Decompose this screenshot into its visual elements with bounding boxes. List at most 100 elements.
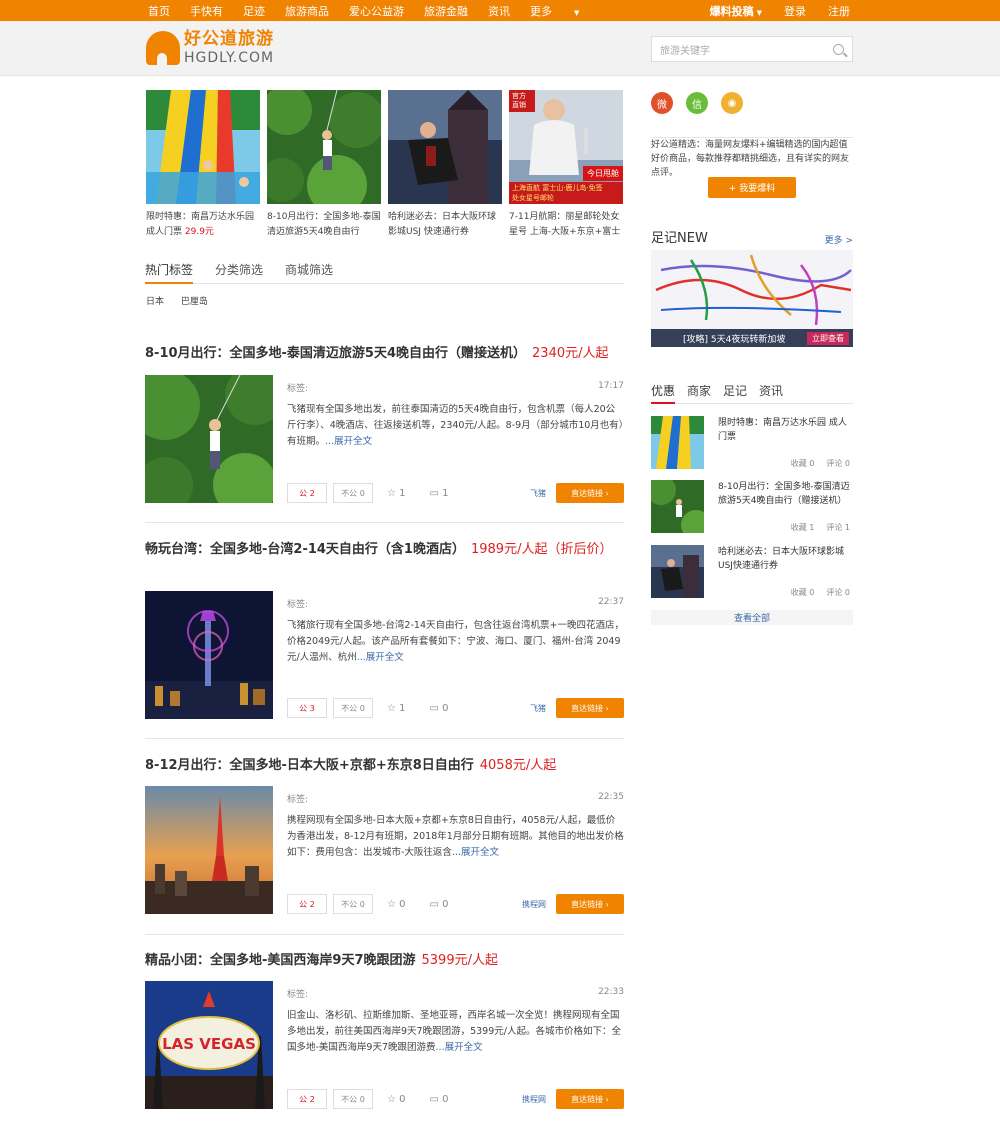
tab-news[interactable]: 资讯: [759, 382, 783, 404]
deal-thumbnail[interactable]: LAS VEGAS: [145, 981, 273, 1109]
featured-card-usj[interactable]: 哈利迷必去：日本大阪环球影城USJ 快速通行券: [388, 90, 502, 240]
sidebar-tabs: 优惠 商家 足记 资讯: [651, 382, 853, 404]
vote-bad-button[interactable]: 不公 0: [333, 1089, 373, 1109]
vote-good-button[interactable]: 公 3: [287, 698, 327, 718]
zuji-view-button[interactable]: 立即查看: [807, 331, 849, 345]
sidebar-list-item[interactable]: 8-10月出行：全国多地-泰国清迈旅游5天4晚自由行（赠接送机） 收藏 1 评论 …: [651, 480, 853, 533]
site-logo[interactable]: 好公道旅游 HGDLY.COM: [146, 31, 274, 65]
nav-news[interactable]: 资讯: [488, 3, 510, 19]
direct-link-button[interactable]: 直达链接 ›: [556, 698, 624, 718]
featured-card-zipline[interactable]: 8-10月出行：全国多地-泰国清迈旅游5天4晚自由行: [267, 90, 381, 240]
login-link[interactable]: 登录: [784, 3, 806, 19]
featured-image-usj[interactable]: [388, 90, 502, 204]
comment-button[interactable]: ▭ 1: [430, 488, 449, 499]
sidebar-thumb[interactable]: [651, 416, 704, 469]
rss-icon[interactable]: ◉: [721, 92, 743, 114]
featured-caption[interactable]: 7-11月航期：丽星邮轮处女星号 上海-大阪+东京+富士: [509, 210, 623, 240]
elephant-logo-icon: [146, 31, 180, 65]
search-icon[interactable]: [833, 43, 844, 55]
nav-zuji[interactable]: 足迹: [243, 3, 265, 19]
deal-thumbnail[interactable]: [145, 786, 273, 914]
deal-source[interactable]: 飞猪: [530, 488, 546, 499]
vote-bad-button[interactable]: 不公 0: [333, 894, 373, 914]
deal-thumbnail[interactable]: [145, 375, 273, 503]
featured-caption[interactable]: 限时特惠：南昌万达水乐园成人门票 29.9元: [146, 210, 260, 240]
deal-source[interactable]: 携程网: [522, 1094, 546, 1105]
tag-japan[interactable]: 日本: [146, 297, 164, 307]
deal-title[interactable]: 8-12月出行：全国多地-日本大阪+京都+东京8日自由行 4058元/人起: [145, 756, 624, 776]
deal-title[interactable]: 精品小团：全国多地-美国西海岸9天7晚跟团游 5399元/人起: [145, 951, 624, 971]
deal-thumbnail[interactable]: [145, 591, 273, 719]
weibo-icon[interactable]: 微: [651, 92, 673, 114]
view-all-link[interactable]: 查看全部: [651, 610, 853, 625]
nav-travel-goods[interactable]: 旅游商品: [285, 3, 329, 19]
featured-image-waterpark[interactable]: [146, 90, 260, 204]
star-icon: ☆: [387, 487, 396, 499]
search-input[interactable]: 旅游关键字: [651, 36, 853, 62]
deal-title[interactable]: 畅玩台湾：全国多地-台湾2-14天自由行（含1晚酒店） 1989元/人起（折后价）: [145, 540, 624, 560]
expand-link[interactable]: ...展开全文: [357, 652, 404, 663]
sidebar-list-item[interactable]: 哈利迷必去：日本大阪环球影城USJ快速通行券 收藏 0 评论 0: [651, 545, 853, 598]
wechat-icon[interactable]: 信: [686, 92, 708, 114]
comment-icon: ▭: [429, 1093, 439, 1105]
featured-card-waterpark[interactable]: 限时特惠：南昌万达水乐园成人门票 29.9元: [146, 90, 260, 240]
tab-category-filter[interactable]: 分类筛选: [215, 261, 263, 284]
deal-price: 2340元/人起: [532, 346, 609, 361]
vote-bad-button[interactable]: 不公 0: [333, 483, 373, 503]
sidebar-list-item[interactable]: 限时特惠：南昌万达水乐园 成人门票 收藏 0 评论 0: [651, 416, 853, 469]
deal-title[interactable]: 8-10月出行：全国多地-泰国清迈旅游5天4晚自由行（赠接送机） 2340元/人起: [145, 344, 624, 364]
tab-mall-filter[interactable]: 商城筛选: [285, 261, 333, 284]
deal-actions: 公 2 不公 0 ☆ 0 ▭ 0 携程网 直达链接 ›: [287, 894, 624, 914]
submit-deal-button[interactable]: + 我要爆料: [708, 177, 796, 198]
favorite-button[interactable]: ☆ 0: [387, 899, 406, 910]
baoliao-menu[interactable]: 爆料投稿 ▼: [688, 3, 762, 19]
tag-bali[interactable]: 巴厘岛: [181, 297, 208, 307]
direct-link-button[interactable]: 直达链接 ›: [556, 1089, 624, 1109]
nav-more[interactable]: 更多 ▼: [530, 3, 599, 19]
tab-merchants[interactable]: 商家: [687, 382, 711, 404]
tab-deals[interactable]: 优惠: [651, 382, 676, 404]
nav-travel-finance[interactable]: 旅游金融: [424, 3, 468, 19]
favorite-button[interactable]: ☆ 0: [387, 1094, 406, 1105]
vote-bad-button[interactable]: 不公 0: [333, 698, 373, 718]
zuji-more-link[interactable]: 更多 >: [825, 233, 853, 246]
register-link[interactable]: 注册: [828, 3, 850, 19]
fav-count: 1: [399, 487, 406, 499]
featured-caption[interactable]: 8-10月出行：全国多地-泰国清迈旅游5天4晚自由行: [267, 210, 381, 240]
nav-home[interactable]: 首页: [148, 3, 170, 19]
zuji-header: 足记NEW 更多 >: [651, 227, 853, 246]
vote-good-button[interactable]: 公 2: [287, 483, 327, 503]
star-icon: ☆: [387, 1093, 396, 1105]
deal-source[interactable]: 飞猪: [530, 703, 546, 714]
tab-hot-tags[interactable]: 热门标签: [145, 261, 194, 284]
tab-zuji[interactable]: 足记: [723, 382, 747, 404]
nav-charity-travel[interactable]: 爱心公益游: [349, 3, 404, 19]
favorite-button[interactable]: ☆ 1: [387, 703, 406, 714]
sidebar-thumb[interactable]: [651, 545, 704, 598]
site-header: 好公道旅游 HGDLY.COM 旅游关键字: [0, 21, 1000, 76]
favorite-button[interactable]: ☆ 1: [387, 488, 406, 499]
vote-good-button[interactable]: 公 2: [287, 1089, 327, 1109]
comment-button[interactable]: ▭ 0: [430, 899, 449, 910]
featured-image-cruise[interactable]: 官方直销 今日甩舱 上海直航 富士山·鹿儿岛·免签 处女星号邮轮: [509, 90, 623, 204]
deal-source[interactable]: 携程网: [522, 899, 546, 910]
zuji-banner[interactable]: [攻略] 5天4夜玩转新加坡 立即查看: [651, 250, 853, 347]
caret-down-icon: ▼: [574, 8, 580, 17]
fav-count: 收藏 0: [790, 459, 815, 468]
deal-item: 8-10月出行：全国多地-泰国清迈旅游5天4晚自由行（赠接送机） 2340元/人起…: [145, 344, 624, 504]
deal-title-text: 8-12月出行：全国多地-日本大阪+京都+东京8日自由行: [145, 758, 474, 773]
direct-link-button[interactable]: 直达链接 ›: [556, 483, 624, 503]
expand-link[interactable]: ...展开全文: [452, 847, 499, 858]
featured-image-zipline[interactable]: [267, 90, 381, 204]
direct-link-button[interactable]: 直达链接 ›: [556, 894, 624, 914]
vote-good-button[interactable]: 公 2: [287, 894, 327, 914]
featured-card-cruise[interactable]: 官方直销 今日甩舱 上海直航 富士山·鹿儿岛·免签 处女星号邮轮 7-11月航期…: [509, 90, 623, 240]
comment-button[interactable]: ▭ 0: [430, 1094, 449, 1105]
featured-caption[interactable]: 哈利迷必去：日本大阪环球影城USJ 快速通行券: [388, 210, 502, 240]
comment-button[interactable]: ▭ 0: [430, 703, 449, 714]
expand-link[interactable]: ...展开全文: [325, 436, 372, 447]
nav-shoukuaiyou[interactable]: 手快有: [190, 3, 223, 19]
expand-link[interactable]: ...展开全文: [436, 1042, 483, 1053]
deal-desc-text: 飞猪旅行现有全国多地-台湾2-14天自由行，包含往返台湾机票+一晚四花酒店，价格…: [287, 620, 624, 663]
sidebar-thumb[interactable]: [651, 480, 704, 533]
